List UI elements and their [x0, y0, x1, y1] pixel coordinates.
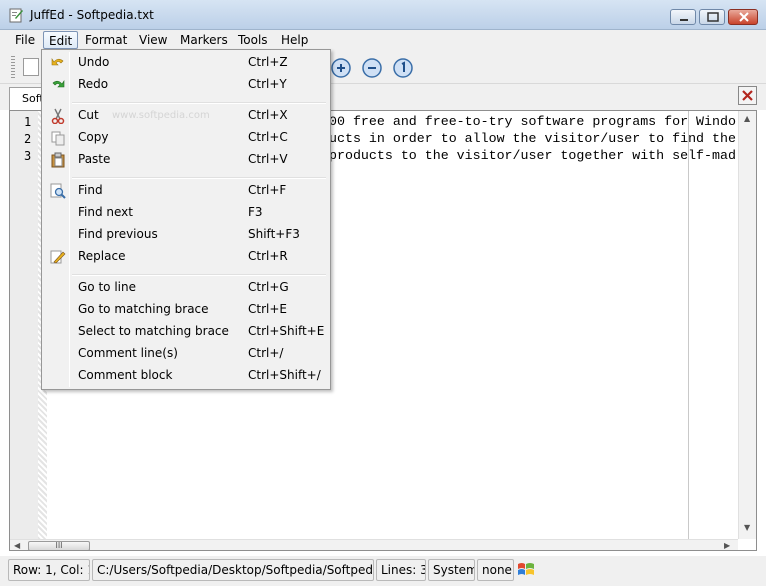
menu-label: Paste — [78, 152, 111, 166]
menu-item-go-to-matching-brace[interactable]: Go to matching brace Ctrl+E — [44, 299, 328, 321]
menu-separator — [72, 102, 326, 104]
code-line: ucts in order to allow the visitor/user … — [329, 131, 736, 146]
line-number: 3 — [24, 149, 32, 163]
menu-label: Go to matching brace — [78, 302, 209, 316]
menu-shortcut: Ctrl+E — [248, 302, 287, 316]
menu-label: Undo — [78, 55, 110, 69]
zoom-in-icon[interactable] — [330, 57, 352, 79]
paste-icon — [51, 152, 65, 168]
menu-item-comment-block[interactable]: Comment block Ctrl+Shift+/ — [44, 365, 328, 387]
menu-separator — [72, 177, 326, 179]
redo-icon — [52, 80, 65, 88]
menu-shortcut: Ctrl+F — [248, 183, 287, 197]
menu-shortcut: Ctrl+Shift+/ — [248, 368, 321, 382]
menu-label: Comment block — [78, 368, 173, 382]
menu-file[interactable]: File — [10, 31, 40, 49]
menu-shortcut: Ctrl+R — [248, 249, 288, 263]
menu-label: Comment line(s) — [78, 346, 178, 360]
zoom-reset-icon[interactable] — [392, 57, 414, 79]
close-icon — [742, 90, 753, 101]
vertical-scrollbar[interactable]: ▲ ▼ — [738, 111, 756, 539]
menu-bar: File Edit Format View Markers Tools Help — [0, 30, 766, 50]
menu-shortcut: Ctrl+C — [248, 130, 288, 144]
title-bar: JuffEd - Softpedia.txt — [0, 0, 766, 30]
close-button[interactable] — [728, 9, 758, 25]
status-bar: Row: 1, Col: 1 C:/Users/Softpedia/Deskto… — [0, 556, 766, 586]
scroll-right-icon[interactable]: ▶ — [724, 541, 730, 550]
windows-flag-icon — [518, 563, 534, 575]
edge-margin-line — [688, 111, 689, 539]
menu-shortcut: Ctrl+G — [248, 280, 289, 294]
menu-item-paste[interactable]: Paste Ctrl+V — [44, 149, 328, 171]
minimize-icon — [680, 19, 688, 21]
close-tab-button[interactable] — [738, 86, 757, 105]
menu-label: Find next — [78, 205, 133, 219]
app-icon — [9, 8, 23, 23]
menu-item-find[interactable]: Find Ctrl+F — [44, 180, 328, 202]
menu-label: Cut — [78, 108, 99, 122]
menu-item-redo[interactable]: Redo Ctrl+Y — [44, 74, 328, 96]
menu-format[interactable]: Format — [80, 31, 132, 49]
horizontal-scroll-thumb[interactable]: III — [28, 541, 90, 550]
line-number: 1 — [24, 115, 32, 129]
menu-tools[interactable]: Tools — [233, 31, 273, 49]
menu-shortcut: Ctrl+Shift+E — [248, 324, 325, 338]
edit-menu-dropdown: www.softpedia.com Undo Ctrl+Z Redo Ctrl+… — [41, 49, 331, 390]
line-number: 2 — [24, 132, 32, 146]
scroll-down-icon[interactable]: ▼ — [744, 523, 750, 532]
menu-shortcut: Shift+F3 — [248, 227, 300, 241]
cursor-position: Row: 1, Col: 1 — [8, 559, 90, 581]
menu-label: Copy — [78, 130, 109, 144]
menu-view[interactable]: View — [134, 31, 172, 49]
menu-shortcut: Ctrl+Z — [248, 55, 288, 69]
new-file-button[interactable] — [23, 58, 39, 76]
menu-item-undo[interactable]: Undo Ctrl+Z — [44, 52, 328, 74]
menu-label: Find — [78, 183, 103, 197]
menu-label: Select to matching brace — [78, 324, 229, 338]
window-title: JuffEd - Softpedia.txt — [30, 8, 154, 22]
menu-item-go-to-line[interactable]: Go to line Ctrl+G — [44, 277, 328, 299]
menu-label: Find previous — [78, 227, 158, 241]
edit-mode: none — [477, 559, 514, 581]
menu-help[interactable]: Help — [276, 31, 313, 49]
menu-shortcut: Ctrl+X — [248, 108, 288, 122]
copy-icon — [51, 131, 65, 146]
line-count: Lines: 3 — [376, 559, 426, 581]
scroll-left-icon[interactable]: ◀ — [14, 541, 20, 550]
menu-item-cut[interactable]: Cut Ctrl+X — [44, 105, 328, 127]
maximize-button[interactable] — [699, 9, 725, 25]
scroll-up-icon[interactable]: ▲ — [744, 114, 750, 123]
eol-mode[interactable]: System — [428, 559, 475, 581]
menu-item-comment-lines[interactable]: Comment line(s) Ctrl+/ — [44, 343, 328, 365]
horizontal-scrollbar[interactable]: ◀ III ▶ — [10, 539, 738, 550]
menu-shortcut: Ctrl+/ — [248, 346, 284, 360]
code-line: products to the visitor/user together wi… — [329, 148, 736, 163]
replace-icon — [50, 250, 66, 264]
menu-item-find-next[interactable]: Find next F3 — [44, 202, 328, 224]
undo-icon — [51, 58, 64, 66]
menu-shortcut: Ctrl+Y — [248, 77, 287, 91]
menu-separator — [72, 274, 326, 276]
toolbar-grip[interactable] — [11, 56, 15, 78]
menu-markers[interactable]: Markers — [175, 31, 233, 49]
menu-shortcut: F3 — [248, 205, 263, 219]
menu-item-select-to-matching-brace[interactable]: Select to matching brace Ctrl+Shift+E — [44, 321, 328, 343]
menu-item-replace[interactable]: Replace Ctrl+R — [44, 246, 328, 268]
zoom-out-icon[interactable] — [361, 57, 383, 79]
menu-item-find-previous[interactable]: Find previous Shift+F3 — [44, 224, 328, 246]
menu-label: Replace — [78, 249, 126, 263]
file-path: C:/Users/Softpedia/Desktop/Softpedia/Sof… — [92, 559, 374, 581]
scissors-icon — [51, 108, 65, 124]
line-number-gutter: 1 2 3 — [10, 111, 38, 539]
menu-label: Go to line — [78, 280, 136, 294]
code-line: 00 free and free-to-try software program… — [329, 114, 736, 129]
close-icon — [739, 12, 749, 22]
menu-item-copy[interactable]: Copy Ctrl+C — [44, 127, 328, 149]
menu-edit[interactable]: Edit — [43, 31, 79, 49]
minimize-button[interactable] — [670, 9, 696, 25]
menu-label: Redo — [78, 77, 109, 91]
menu-shortcut: Ctrl+V — [248, 152, 288, 166]
maximize-icon — [707, 12, 719, 22]
find-icon — [50, 183, 66, 199]
